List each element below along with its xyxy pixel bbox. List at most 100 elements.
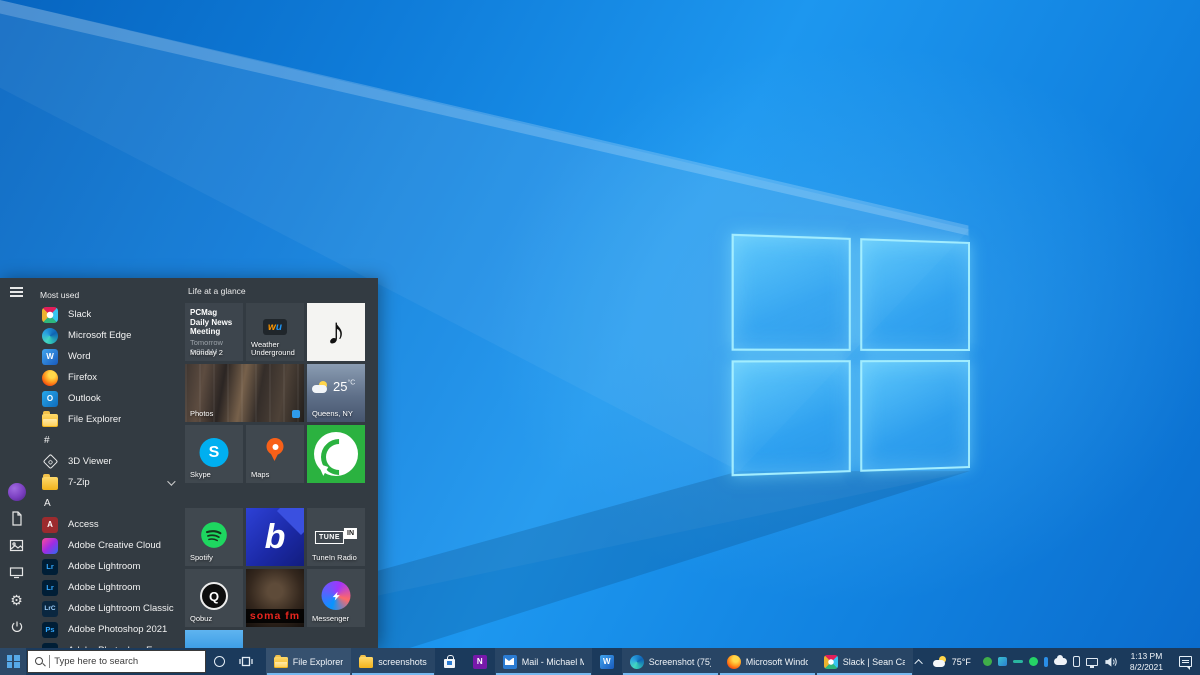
task-view-icon — [239, 655, 253, 668]
pictures-button[interactable] — [5, 532, 29, 559]
app-item-adobe-photoshop-2021[interactable]: PsAdobe Photoshop 2021 — [33, 619, 185, 640]
whatsapp-tray-icon[interactable] — [1029, 657, 1038, 666]
start-button[interactable] — [0, 648, 26, 675]
tile-weather[interactable]: 25°C Queens, NY — [307, 364, 365, 422]
tile-tunein-radio[interactable]: TUNEIN TuneIn Radio — [307, 508, 365, 566]
app-item-adobe-lightroom[interactable]: LrAdobe Lightroom — [33, 577, 185, 598]
fe-icon — [274, 657, 288, 668]
word-icon: W — [42, 349, 58, 365]
ps-icon: Ps — [42, 622, 58, 638]
app-item-3d-viewer[interactable]: 3D Viewer — [33, 451, 185, 472]
tile-partial[interactable] — [185, 630, 243, 648]
app-item-outlook[interactable]: OOutlook — [33, 388, 185, 409]
text-caret — [49, 655, 50, 668]
tray-green-app-icon[interactable] — [983, 657, 992, 666]
desktop: ⚙ Most used SlackMicrosoft EdgeWWordFire… — [0, 0, 1200, 675]
app-item-adobe-photoshop-express[interactable]: PxAdobe Photoshop Express — [33, 640, 185, 648]
taskbar-button-screenshot-75-pn[interactable]: Screenshot (75).pn... — [622, 648, 719, 675]
your-phone-icon[interactable] — [1073, 656, 1080, 667]
app-item-firefox[interactable]: Firefox — [33, 367, 185, 388]
tile-label: Messenger — [312, 615, 349, 624]
spotify-icon — [200, 521, 228, 549]
search-input[interactable] — [54, 656, 198, 667]
display-tray-icon[interactable] — [1086, 658, 1098, 666]
volume-icon[interactable] — [1104, 656, 1117, 668]
skype-icon: S — [200, 438, 229, 467]
tray-app-icon[interactable] — [1013, 660, 1023, 664]
show-hidden-icons-button[interactable] — [913, 648, 927, 675]
tile-maps[interactable]: Maps — [246, 425, 304, 483]
tile-weather-underground[interactable]: wu Weather Underground — [246, 303, 304, 361]
app-item-7-zip[interactable]: 7-Zip — [33, 472, 185, 493]
tile-spotify[interactable]: Spotify — [185, 508, 243, 566]
tray-app-icon[interactable] — [998, 657, 1007, 666]
taskbar-button-microsoft-store[interactable] — [435, 648, 465, 675]
cortana-button[interactable] — [206, 648, 233, 675]
folder-icon — [359, 657, 373, 668]
app-item-label: Firefox — [68, 372, 97, 383]
user-account-button[interactable] — [5, 478, 29, 505]
tile-whatsapp[interactable] — [307, 425, 365, 483]
app-item-adobe-lightroom[interactable]: LrAdobe Lightroom — [33, 556, 185, 577]
hamburger-menu-icon[interactable] — [10, 287, 23, 297]
taskbar-button-label: screenshots — [378, 657, 427, 667]
app-item-adobe-lightroom-classic[interactable]: LrCAdobe Lightroom Classic — [33, 598, 185, 619]
taskbar-button-onenote[interactable]: N — [465, 648, 495, 675]
onedrive-icon[interactable] — [1054, 658, 1067, 665]
tray-icons — [977, 656, 1123, 668]
pc-button[interactable] — [5, 559, 29, 586]
app-item-microsoft-edge[interactable]: Microsoft Edge — [33, 325, 185, 346]
tile-somafm[interactable]: soma fm — [246, 569, 304, 627]
section-header-a[interactable]: A — [33, 493, 185, 514]
windows-logo-wallpaper — [732, 234, 970, 477]
power-icon — [10, 620, 24, 634]
slack-icon — [42, 307, 58, 323]
taskbar-button-word[interactable]: W — [592, 648, 622, 675]
app-item-word[interactable]: WWord — [33, 346, 185, 367]
tile-label: Photos — [190, 410, 213, 419]
taskbar-clock[interactable]: 1:13 PM 8/2/2021 — [1123, 651, 1170, 672]
app-item-slack[interactable]: Slack — [33, 304, 185, 325]
action-center-button[interactable] — [1170, 648, 1200, 675]
tile-music[interactable]: ♪ — [307, 303, 365, 361]
tray-weather-widget[interactable]: 75°F — [927, 656, 977, 667]
documents-button[interactable] — [5, 505, 29, 532]
app-item-adobe-creative-cloud[interactable]: Adobe Creative Cloud — [33, 535, 185, 556]
store-icon — [443, 655, 457, 669]
task-view-button[interactable] — [233, 648, 260, 675]
whatsapp-icon — [314, 432, 358, 476]
pictures-icon — [9, 539, 24, 552]
taskbar-search[interactable] — [27, 650, 205, 673]
power-button[interactable] — [5, 613, 29, 640]
tile-skype[interactable]: S Skype — [185, 425, 243, 483]
taskbar-button-file-explorer[interactable]: File Explorer — [266, 648, 352, 675]
start-menu-tiles: Life at a glance PCMag Daily News Meetin… — [185, 278, 378, 648]
avatar — [8, 483, 26, 501]
tile-qobuz[interactable]: Q Qobuz — [185, 569, 243, 627]
taskbar-button-label: Slack | Sean Carrol... — [843, 657, 905, 667]
section-header-item[interactable]: # — [33, 430, 185, 451]
settings-button[interactable]: ⚙ — [5, 586, 29, 613]
gear-icon: ⚙ — [10, 593, 23, 607]
tile-photos[interactable]: Photos — [185, 364, 304, 422]
app-item-label: File Explorer — [68, 414, 121, 425]
clock-time: 1:13 PM — [1130, 651, 1163, 662]
taskbar-button-microsoft-window[interactable]: Microsoft Window... — [719, 648, 816, 675]
document-icon — [10, 511, 24, 526]
app-item-access[interactable]: AAccess — [33, 514, 185, 535]
tile-calendar[interactable]: PCMag Daily News Meeting Tomorrow 9:00 A… — [185, 303, 243, 361]
app-item-label: Adobe Creative Cloud — [68, 540, 161, 551]
taskbar-button-mail-michael-ma[interactable]: Mail - Michael Ma... — [495, 648, 592, 675]
app-item-file-explorer[interactable]: File Explorer — [33, 409, 185, 430]
photos-app-icon — [292, 410, 300, 418]
bluetooth-tray-icon[interactable] — [1044, 657, 1048, 667]
taskbar-button-slack-sean-carrol[interactable]: Slack | Sean Carrol... — [816, 648, 913, 675]
tile-messenger[interactable]: Messenger — [307, 569, 365, 627]
messenger-icon — [322, 581, 351, 610]
tile-group-header[interactable]: Life at a glance — [188, 286, 246, 296]
taskbar-button-screenshots[interactable]: screenshots — [351, 648, 435, 675]
onenote-icon: N — [473, 655, 487, 669]
tile-bandcamp[interactable]: b — [246, 508, 304, 566]
tile-label: Qobuz — [190, 615, 212, 624]
weather-location: Queens, NY — [312, 410, 353, 419]
